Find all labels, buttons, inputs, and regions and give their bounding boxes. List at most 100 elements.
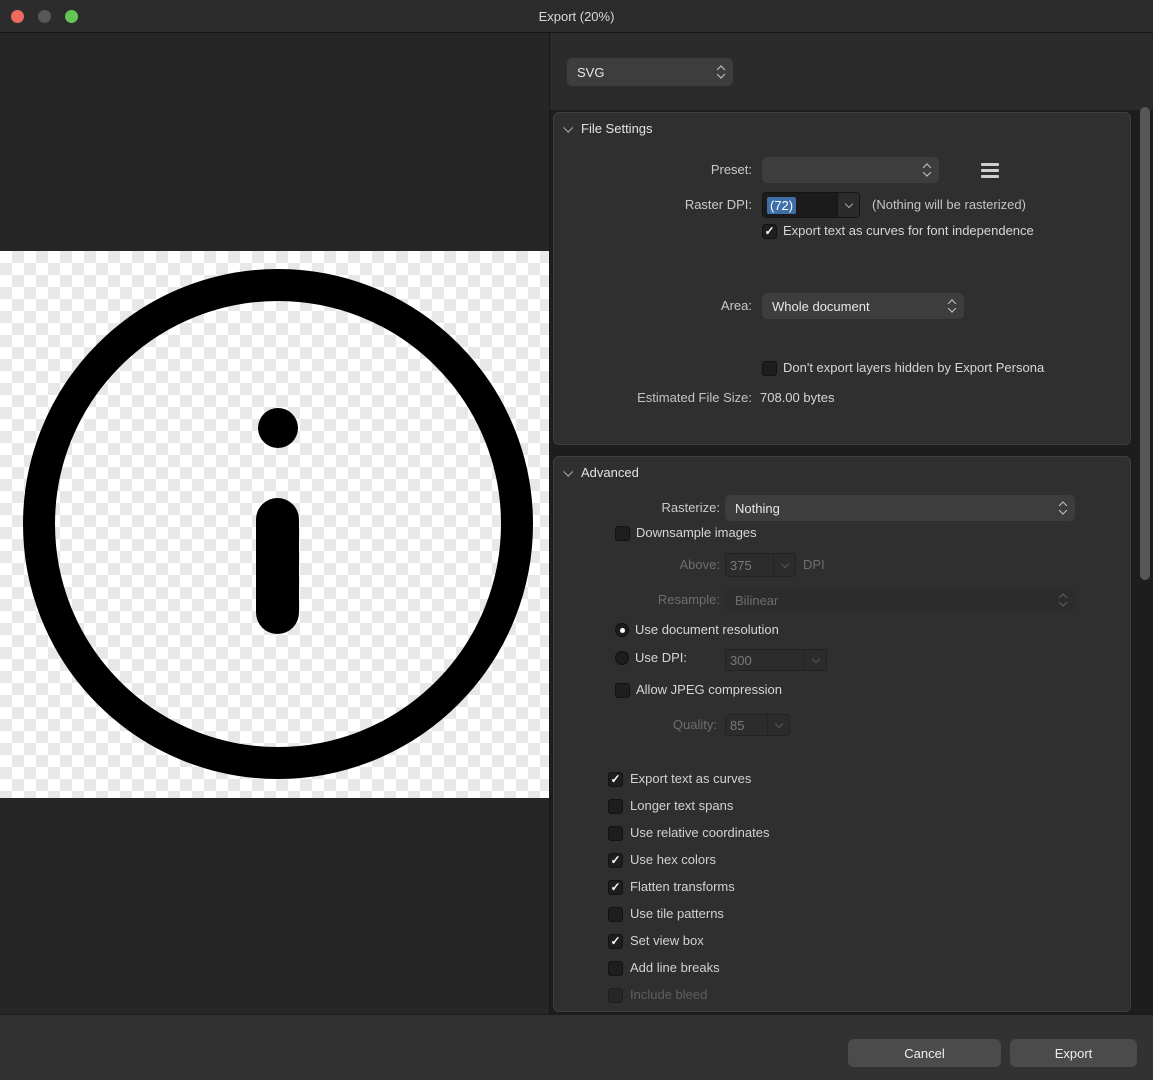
resample-label: Resample: bbox=[554, 591, 720, 609]
format-bar: SVG bbox=[550, 33, 1153, 110]
rasterize-select-value: Nothing bbox=[735, 501, 780, 516]
transparency-checkerboard bbox=[0, 251, 549, 798]
option-row: ✓ Set view box bbox=[608, 933, 769, 949]
option-label: Include bleed bbox=[630, 987, 707, 1003]
use-dpi-combobox: 300 bbox=[725, 649, 827, 671]
above-dpi-suffix: DPI bbox=[803, 556, 825, 574]
downsample-images-label: Downsample images bbox=[636, 524, 757, 542]
chevron-down-icon bbox=[767, 715, 789, 735]
allow-jpeg-compression-label: Allow JPEG compression bbox=[636, 681, 782, 699]
option-row: ✓ Export text as curves bbox=[608, 771, 769, 787]
option-checkbox[interactable]: ✓ bbox=[608, 853, 623, 868]
chevron-down-icon bbox=[563, 466, 573, 476]
downsample-images-checkbox[interactable] bbox=[615, 526, 630, 541]
estimated-size-label: Estimated File Size: bbox=[554, 389, 752, 407]
above-dpi-value: 375 bbox=[726, 554, 773, 576]
quality-value: 85 bbox=[726, 715, 767, 735]
resample-select-value: Bilinear bbox=[735, 593, 778, 608]
chevron-up-down-icon bbox=[924, 165, 930, 176]
above-dpi-combobox: 375 bbox=[725, 553, 796, 577]
raster-dpi-label: Raster DPI: bbox=[554, 196, 752, 214]
option-checkbox[interactable]: ✓ bbox=[608, 772, 623, 787]
resample-select: Bilinear bbox=[725, 587, 1075, 613]
area-select-value: Whole document bbox=[772, 299, 870, 314]
scrollbar-thumb[interactable] bbox=[1140, 107, 1150, 580]
above-label: Above: bbox=[554, 556, 720, 574]
checkmark-icon: ✓ bbox=[610, 881, 620, 893]
option-checkbox[interactable] bbox=[608, 907, 623, 922]
quality-label: Quality: bbox=[554, 716, 717, 734]
format-select[interactable]: SVG bbox=[567, 58, 733, 86]
dont-export-hidden-checkbox[interactable] bbox=[762, 361, 777, 376]
use-document-resolution-radio[interactable] bbox=[615, 623, 629, 637]
option-checkbox[interactable] bbox=[608, 799, 623, 814]
raster-dpi-value[interactable]: (72) bbox=[767, 197, 796, 214]
file-settings-header[interactable]: File Settings bbox=[554, 113, 653, 143]
option-row: ✓ Use hex colors bbox=[608, 852, 769, 868]
file-settings-title: File Settings bbox=[581, 121, 653, 136]
export-text-curves-font-checkbox[interactable]: ✓ bbox=[762, 224, 777, 239]
option-row: Use tile patterns bbox=[608, 906, 769, 922]
use-dpi-value: 300 bbox=[726, 650, 804, 670]
preset-select[interactable] bbox=[762, 157, 939, 183]
option-label: Longer text spans bbox=[630, 798, 733, 814]
title-bar: Export (20%) bbox=[0, 0, 1153, 33]
dialog-footer: Cancel Export bbox=[0, 1014, 1153, 1080]
option-checkbox[interactable] bbox=[608, 826, 623, 841]
option-row: ✓ Flatten transforms bbox=[608, 879, 769, 895]
dont-export-hidden-label: Don't export layers hidden by Export Per… bbox=[783, 359, 1044, 377]
estimated-size-value: 708.00 bytes bbox=[760, 389, 834, 407]
use-document-resolution-label: Use document resolution bbox=[635, 621, 779, 639]
option-row: Add line breaks bbox=[608, 960, 769, 976]
format-select-value: SVG bbox=[577, 65, 604, 80]
rasterize-select[interactable]: Nothing bbox=[725, 495, 1075, 521]
export-dialog: Export (20%) SVG File Settings Preset: bbox=[0, 0, 1153, 1080]
checkmark-icon: ✓ bbox=[610, 854, 620, 866]
advanced-header[interactable]: Advanced bbox=[554, 457, 639, 487]
option-label: Flatten transforms bbox=[630, 879, 735, 895]
advanced-title: Advanced bbox=[581, 465, 639, 480]
radio-dot bbox=[620, 628, 625, 633]
export-button[interactable]: Export bbox=[1010, 1039, 1137, 1067]
use-dpi-radio[interactable] bbox=[615, 651, 629, 665]
option-checkbox[interactable]: ✓ bbox=[608, 934, 623, 949]
chevron-down-icon bbox=[563, 122, 573, 132]
option-row: Include bleed bbox=[608, 987, 769, 1003]
window-title: Export (20%) bbox=[0, 0, 1153, 33]
area-label: Area: bbox=[554, 297, 752, 315]
preset-label: Preset: bbox=[554, 161, 752, 179]
chevron-down-icon bbox=[804, 650, 826, 670]
option-label: Use hex colors bbox=[630, 852, 716, 868]
option-label: Export text as curves bbox=[630, 771, 751, 787]
checkmark-icon: ✓ bbox=[610, 935, 620, 947]
option-label: Use relative coordinates bbox=[630, 825, 769, 841]
chevron-down-icon bbox=[773, 554, 795, 576]
option-checkbox bbox=[608, 988, 623, 1003]
file-settings-panel: File Settings Preset: Raster DPI: (72) (… bbox=[553, 112, 1131, 445]
chevron-down-icon[interactable] bbox=[837, 193, 859, 217]
chevron-up-down-icon bbox=[949, 301, 955, 312]
area-select[interactable]: Whole document bbox=[762, 293, 964, 319]
chevron-up-down-icon bbox=[718, 67, 724, 78]
checkmark-icon: ✓ bbox=[610, 773, 620, 785]
export-text-curves-font-label: Export text as curves for font independe… bbox=[783, 222, 1034, 240]
allow-jpeg-compression-checkbox[interactable] bbox=[615, 683, 630, 698]
use-dpi-label: Use DPI: bbox=[635, 649, 687, 667]
option-label: Add line breaks bbox=[630, 960, 720, 976]
cancel-button[interactable]: Cancel bbox=[848, 1039, 1001, 1067]
raster-dpi-note: (Nothing will be rasterized) bbox=[872, 196, 1026, 214]
info-icon-artwork bbox=[0, 251, 549, 798]
option-row: Longer text spans bbox=[608, 798, 769, 814]
preset-menu-icon[interactable] bbox=[981, 163, 999, 178]
advanced-panel: Advanced Rasterize: Nothing Downsample i… bbox=[553, 456, 1131, 1012]
rasterize-label: Rasterize: bbox=[554, 499, 720, 517]
raster-dpi-combobox[interactable]: (72) bbox=[762, 192, 860, 218]
option-label: Set view box bbox=[630, 933, 704, 949]
option-row: Use relative coordinates bbox=[608, 825, 769, 841]
option-checkbox[interactable] bbox=[608, 961, 623, 976]
option-checkbox[interactable]: ✓ bbox=[608, 880, 623, 895]
quality-combobox: 85 bbox=[725, 714, 790, 736]
chevron-up-down-icon bbox=[1060, 595, 1066, 606]
export-preview-pane bbox=[0, 33, 549, 1014]
svg-options-list: ✓ Export text as curves Longer text spans U… bbox=[608, 771, 769, 1014]
